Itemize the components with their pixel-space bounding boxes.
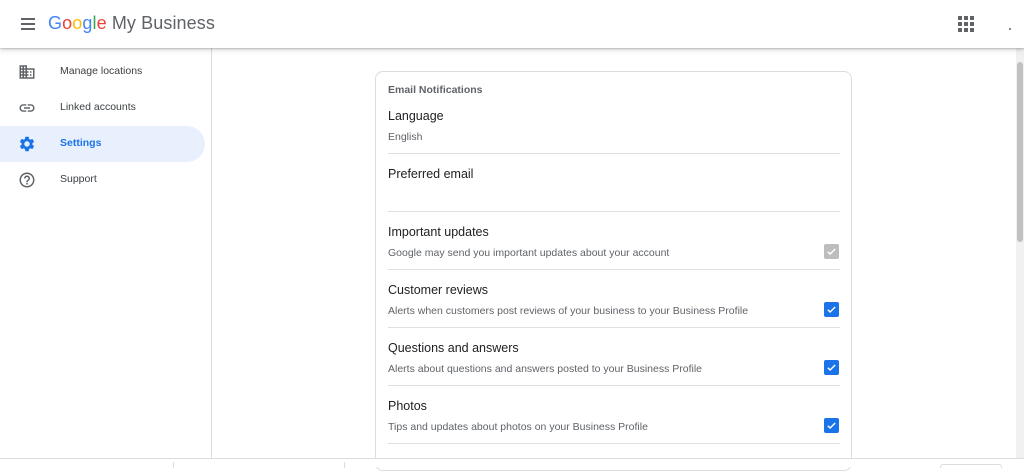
row-subtitle: Tips and updates about photos on your Bu… [388,421,648,433]
sidebar-item-label: Linked accounts [60,101,136,113]
questions-and-answers-checkbox[interactable] [824,360,839,375]
sidebar-item-linked-accounts[interactable]: Linked accounts [0,90,205,126]
row-subtitle: Google may send you important updates ab… [388,247,670,259]
hamburger-menu-icon[interactable] [16,12,40,36]
important-updates-checkbox [824,244,839,259]
scrollbar-thumb[interactable] [1017,62,1023,242]
row-subtitle: Alerts about questions and answers poste… [388,363,703,375]
divider [344,462,345,468]
sidebar-item-support[interactable]: Support [0,162,205,198]
check-icon [827,248,836,256]
photos-checkbox[interactable] [824,418,839,433]
check-icon [827,306,836,314]
row-title: Questions and answers [388,341,519,355]
setting-row-customer-reviews: Customer reviews Alerts when customers p… [388,270,840,328]
row-subtitle: Alerts when customers post reviews of yo… [388,305,749,317]
row-title: Language [388,109,444,123]
sidebar-nav: Manage locations Linked accounts Setting… [0,48,212,467]
row-title: Customer reviews [388,283,489,297]
help-circle-icon [19,172,35,188]
apps-grid-icon[interactable] [958,16,974,32]
top-app-bar: Google My Business [0,0,1024,48]
sidebar-item-label: Support [60,173,97,185]
main-content: Email Notifications Language English Pre… [212,48,1016,471]
row-subtitle: English [388,131,423,143]
divider [173,462,174,468]
row-title: Photos [388,399,427,413]
row-title: Important updates [388,225,489,239]
bottom-bar [0,458,1024,468]
scrollbar[interactable] [1016,48,1024,458]
card-title: Email Notifications [388,84,483,96]
setting-row-preferred-email[interactable]: Preferred email [388,154,840,212]
row-title: Preferred email [388,167,474,181]
product-name: My Business [111,13,215,33]
check-icon [827,364,836,372]
bottom-button[interactable] [940,464,1002,468]
setting-row-photos: Photos Tips and updates about photos on … [388,386,840,444]
email-notifications-card: Email Notifications Language English Pre… [375,71,852,471]
sidebar-item-label: Manage locations [60,65,143,77]
setting-row-important-updates: Important updates Google may send you im… [388,212,840,270]
setting-row-language[interactable]: Language English [388,96,840,154]
customer-reviews-checkbox[interactable] [824,302,839,317]
gear-icon [19,136,35,152]
sidebar-item-manage-locations[interactable]: Manage locations [0,54,205,90]
setting-row-questions-and-answers: Questions and answers Alerts about quest… [388,328,840,386]
building-icon [19,65,35,79]
google-my-business-logo[interactable]: Google My Business [48,13,215,34]
check-icon [827,422,836,430]
account-indicator[interactable] [1009,28,1011,30]
sidebar-item-label: Settings [60,137,102,149]
sidebar-item-settings[interactable]: Settings [0,126,205,162]
link-icon [19,104,35,112]
